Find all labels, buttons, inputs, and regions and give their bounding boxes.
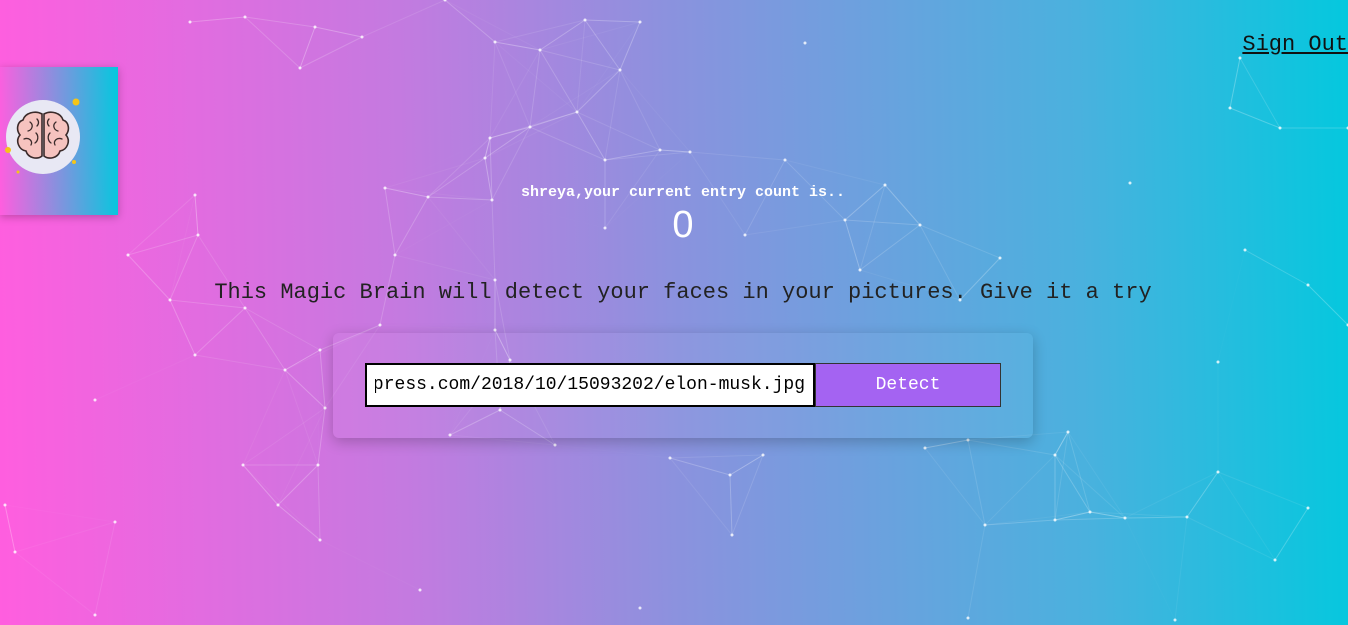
tagline: This Magic Brain will detect your faces … (214, 280, 1152, 305)
image-url-input[interactable] (365, 363, 815, 407)
detect-button[interactable]: Detect (815, 363, 1001, 407)
entry-count-value: 0 (672, 204, 694, 246)
sign-out-link[interactable]: Sign Out (1242, 32, 1348, 57)
entry-count-label: shreya,your current entry count is.. (520, 184, 846, 201)
particle-network-background (3, 0, 1348, 622)
